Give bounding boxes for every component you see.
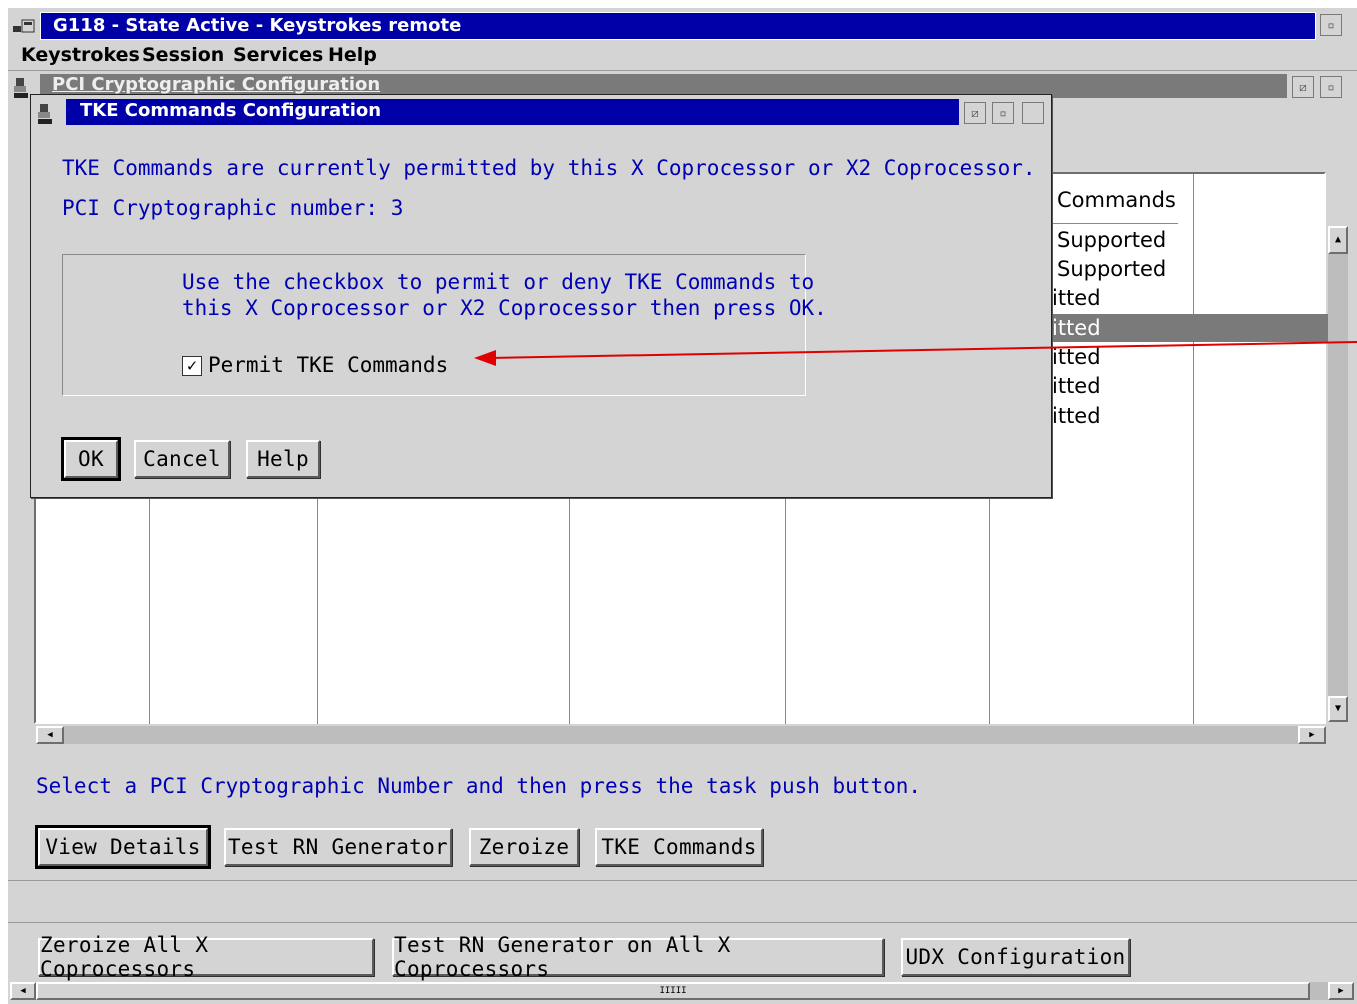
col-separator	[785, 498, 786, 724]
menu-session[interactable]: Session	[142, 44, 224, 66]
permit-tke-checkbox[interactable]: ✓	[182, 356, 202, 376]
dialog-number-text: PCI Cryptographic number: 3	[62, 196, 404, 220]
horizontal-scrollbar[interactable]: ◀ ▶	[36, 726, 1326, 744]
scroll-left-arrow-icon[interactable]: ◀	[36, 726, 64, 744]
col-separator	[989, 498, 990, 724]
dialog-minimize-button[interactable]: ▫	[992, 102, 1014, 124]
dialog-maximize-button[interactable]: ⧄	[964, 102, 986, 124]
scroll-right-arrow-icon[interactable]: ▶	[1298, 726, 1326, 744]
main-title-bar[interactable]: G118 - State Active - Keystrokes remote	[40, 12, 1316, 40]
dialog-instruction-line1: Use the checkbox to permit or deny TKE C…	[182, 270, 815, 294]
pci-minimize-button[interactable]: ▫	[1320, 76, 1342, 98]
table-row[interactable]: Supported	[1057, 228, 1166, 252]
dialog-close-button[interactable]	[1022, 102, 1044, 124]
pci-maximize-button[interactable]: ⧄	[1292, 76, 1314, 98]
scroll-down-arrow-icon[interactable]: ▼	[1328, 696, 1348, 722]
menu-keystrokes[interactable]: Keystrokes	[21, 44, 140, 66]
view-details-button[interactable]: View Details	[35, 825, 211, 869]
main-scroll-thumb[interactable]: IIIII	[36, 982, 1310, 1000]
dialog-status-text: TKE Commands are currently permitted by …	[62, 156, 1036, 180]
dialog-title: TKE Commands Configuration	[80, 100, 382, 121]
dialog-title-bar[interactable]: TKE Commands Configuration	[66, 99, 959, 125]
scroll-up-arrow-icon[interactable]: ▲	[1328, 226, 1348, 254]
col-separator	[149, 498, 150, 724]
annotation-arrow	[474, 341, 1357, 366]
column-header-commands[interactable]: Commands	[1057, 188, 1176, 212]
menu-help[interactable]: Help	[328, 44, 377, 66]
menu-services[interactable]: Services	[233, 44, 323, 66]
test-rn-generator-button[interactable]: Test RN Generator	[224, 828, 452, 866]
dialog-icon[interactable]	[36, 102, 60, 126]
main-minimize-button[interactable]: ▫	[1320, 14, 1342, 36]
dialog-instruction-line2: this X Coprocessor or X2 Coprocessor the…	[182, 296, 827, 320]
zeroize-all-button[interactable]: Zeroize All X Coprocessors	[38, 933, 374, 981]
main-window-title: G118 - State Active - Keystrokes remote	[53, 15, 462, 36]
col-separator	[1193, 174, 1194, 724]
main-horizontal-scrollbar[interactable]: ◀ IIIII ▶	[10, 982, 1354, 1000]
main-window-icon[interactable]	[12, 14, 36, 36]
separator	[8, 922, 1357, 923]
menu-bar: Keystrokes Session Services Help	[8, 42, 1357, 71]
table-row[interactable]: itted	[1052, 286, 1101, 310]
udx-configuration-button[interactable]: UDX Configuration	[901, 938, 1130, 976]
cancel-button[interactable]: Cancel	[134, 440, 230, 478]
col-separator	[569, 498, 570, 724]
tke-commands-button[interactable]: TKE Commands	[595, 828, 763, 866]
table-row[interactable]: itted	[1052, 374, 1101, 398]
ok-button[interactable]: OK	[61, 437, 121, 481]
instruction-text: Select a PCI Cryptographic Number and th…	[36, 774, 922, 798]
vertical-scrollbar[interactable]: ▲ ▼	[1328, 226, 1348, 722]
main-scroll-right-icon[interactable]: ▶	[1328, 982, 1354, 1000]
zeroize-button[interactable]: Zeroize	[469, 828, 579, 866]
permit-tke-label[interactable]: Permit TKE Commands	[208, 353, 448, 377]
table-row[interactable]: Supported	[1057, 257, 1166, 281]
separator	[8, 880, 1357, 881]
main-scroll-left-icon[interactable]: ◀	[10, 982, 36, 1000]
help-button[interactable]: Help	[246, 440, 320, 478]
col-separator	[317, 498, 318, 724]
test-rn-all-button[interactable]: Test RN Generator on All X Coprocessors	[392, 933, 884, 981]
header-underline	[1052, 223, 1178, 224]
table-row[interactable]: itted	[1052, 404, 1101, 428]
pci-window-title: PCI Cryptographic Configuration	[52, 74, 381, 95]
